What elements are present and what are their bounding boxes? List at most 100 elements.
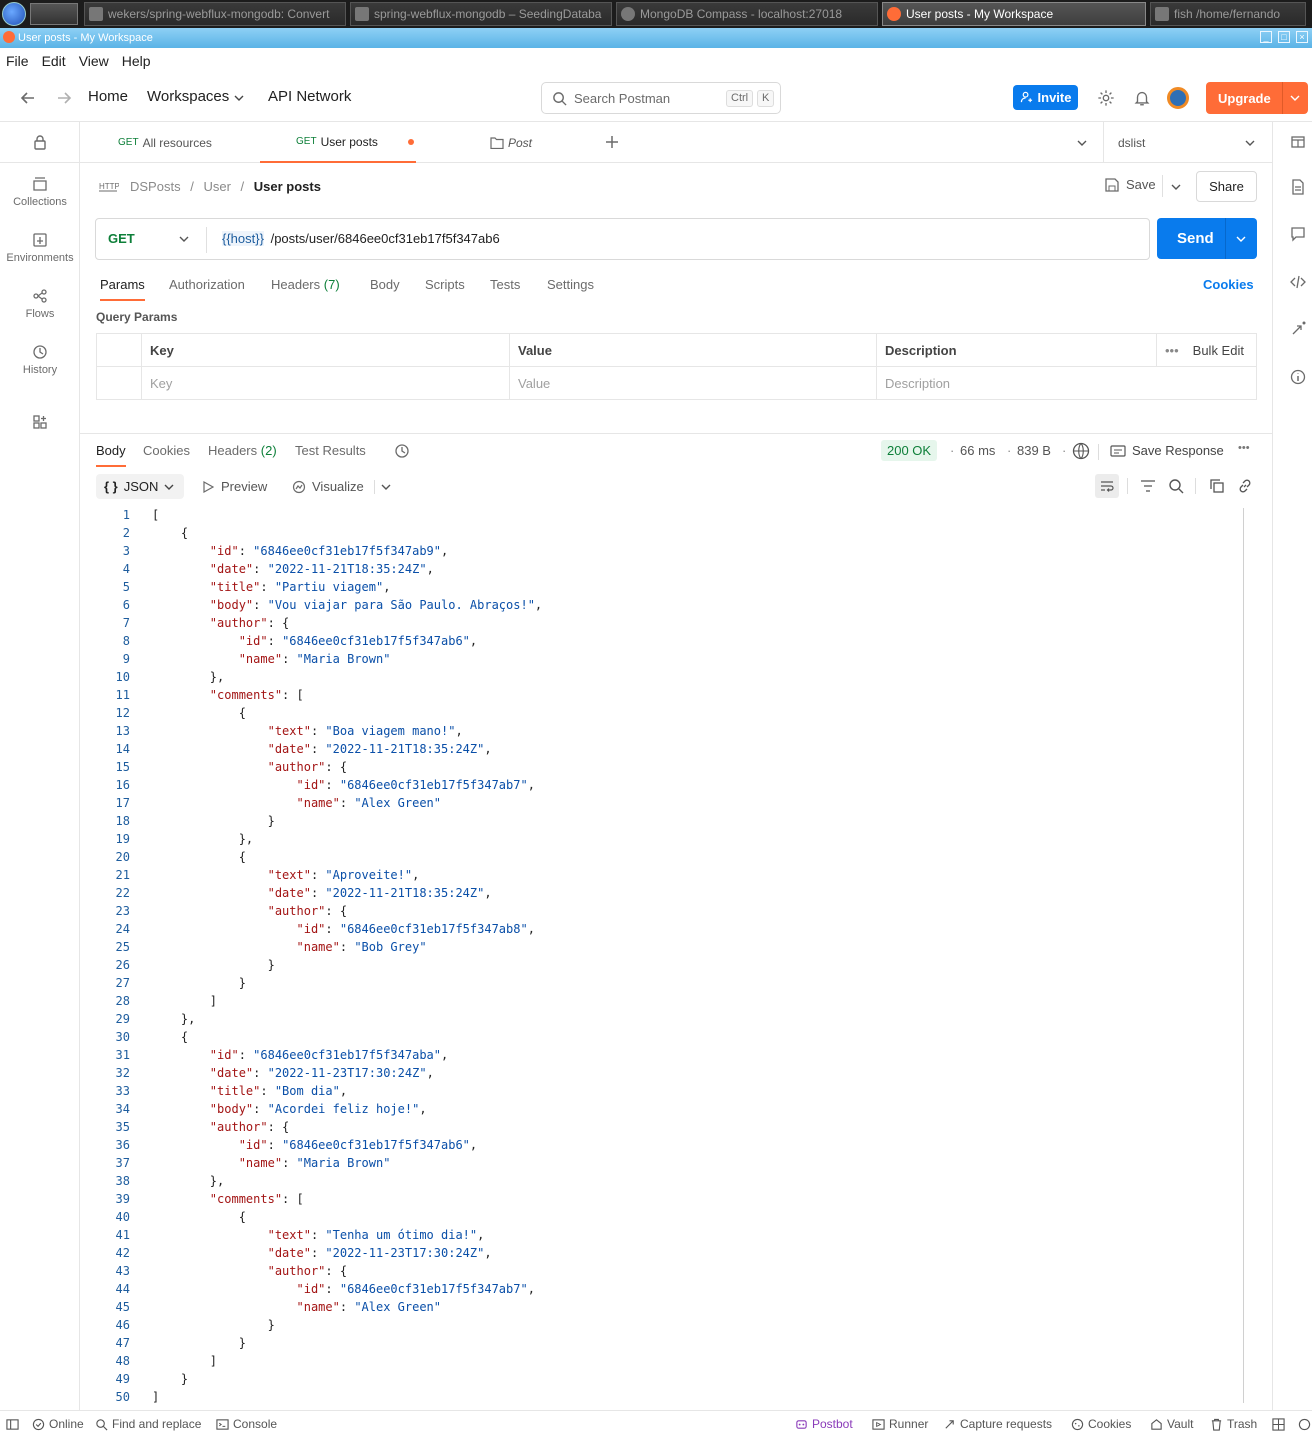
- wrap-lines-button[interactable]: [1095, 474, 1119, 498]
- runner-button[interactable]: Runner: [872, 1417, 928, 1431]
- tab-response-body[interactable]: Body: [96, 443, 126, 467]
- sidebar-item-collections[interactable]: Collections: [0, 176, 80, 208]
- avatar[interactable]: [1167, 87, 1189, 109]
- chevron-down-icon[interactable]: [1236, 235, 1246, 243]
- tab-all-resources[interactable]: GET All resources: [118, 122, 212, 163]
- taskbar-task-compass[interactable]: MongoDB Compass - localhost:27018: [616, 2, 878, 26]
- format-select[interactable]: { } JSON: [96, 474, 184, 499]
- search-input[interactable]: Search Postman Ctrl K: [541, 82, 781, 114]
- toggle-sidebar-icon[interactable]: [6, 1418, 19, 1431]
- share-button[interactable]: Share: [1196, 171, 1257, 202]
- tab-body[interactable]: Body: [370, 277, 400, 292]
- vault-button[interactable]: Vault: [1150, 1417, 1193, 1431]
- menu-file[interactable]: File: [6, 53, 29, 69]
- find-replace-button[interactable]: Find and replace: [95, 1417, 201, 1431]
- chevron-down-icon[interactable]: [1077, 139, 1087, 147]
- tab-headers[interactable]: Headers (7): [271, 277, 340, 292]
- layout-grid-icon[interactable]: [1272, 1418, 1285, 1431]
- breadcrumb-folder[interactable]: User: [203, 179, 230, 194]
- copy-icon[interactable]: [1209, 478, 1225, 494]
- taskbar-task-terminal[interactable]: fish /home/fernando: [1150, 2, 1306, 26]
- filter-icon[interactable]: [1140, 479, 1156, 493]
- taskbar-task-github[interactable]: wekers/spring-webflux-mongodb: Convert: [84, 2, 346, 26]
- tab-response-headers[interactable]: Headers (2): [208, 443, 277, 458]
- close-window-button[interactable]: ×: [1296, 31, 1308, 43]
- tab-response-cookies[interactable]: Cookies: [143, 443, 190, 458]
- response-time[interactable]: 66 ms: [960, 443, 995, 458]
- cookies-link[interactable]: Cookies: [1203, 277, 1254, 292]
- home-link[interactable]: Home: [88, 88, 128, 105]
- globe-icon[interactable]: [1072, 442, 1090, 460]
- response-body-code[interactable]: 1[2 {3 "id": "6846ee0cf31eb17f5f347ab9",…: [80, 506, 1255, 1406]
- sidebar-item-history[interactable]: History: [0, 344, 80, 376]
- save-response-button[interactable]: Save Response: [1110, 443, 1224, 458]
- comments-icon[interactable]: [1290, 226, 1306, 242]
- send-button[interactable]: Send: [1157, 218, 1257, 259]
- visualize-button[interactable]: Visualize: [291, 479, 364, 494]
- bulk-edit-button[interactable]: ••• Bulk Edit: [1156, 333, 1257, 367]
- new-tab-plus-icon[interactable]: [605, 135, 619, 149]
- chevron-down-icon[interactable]: [179, 235, 189, 243]
- status-badge[interactable]: 200 OK: [881, 440, 938, 461]
- upgrade-button[interactable]: Upgrade: [1206, 82, 1308, 114]
- lock-icon[interactable]: [32, 134, 48, 150]
- online-status[interactable]: Online: [32, 1417, 84, 1431]
- taskbar-task-ide[interactable]: spring-webflux-mongodb – SeedingDataba: [350, 2, 612, 26]
- tab-params[interactable]: Params: [100, 277, 145, 301]
- key-input[interactable]: Key: [141, 366, 510, 400]
- settings-gear-icon[interactable]: [1097, 89, 1115, 107]
- search-icon[interactable]: [1168, 478, 1184, 494]
- menu-help[interactable]: Help: [122, 53, 151, 69]
- code-icon[interactable]: [1290, 274, 1306, 290]
- postbot-button[interactable]: Postbot: [795, 1417, 853, 1431]
- chevron-down-icon[interactable]: [1290, 94, 1300, 102]
- tab-scripts[interactable]: Scripts: [425, 277, 465, 292]
- taskbar-task-postman[interactable]: User posts - My Workspace: [882, 2, 1146, 26]
- minimize-button[interactable]: _: [1260, 31, 1272, 43]
- tab-user-posts[interactable]: GET User posts: [260, 122, 416, 163]
- save-button[interactable]: Save: [1105, 177, 1156, 192]
- invite-button[interactable]: Invite: [1013, 85, 1078, 110]
- description-input[interactable]: Description: [876, 366, 1257, 400]
- capture-requests-button[interactable]: Capture requests: [943, 1417, 1052, 1431]
- request-name[interactable]: User posts: [254, 179, 321, 194]
- cookies-button[interactable]: Cookies: [1071, 1417, 1131, 1431]
- tab-authorization[interactable]: Authorization: [169, 277, 245, 292]
- back-arrow-icon[interactable]: [20, 90, 36, 106]
- notification-bell-icon[interactable]: [1133, 89, 1151, 107]
- sidebar-item-environments[interactable]: Environments: [0, 232, 80, 264]
- tab-post[interactable]: Post: [490, 122, 532, 163]
- maximize-button[interactable]: □: [1278, 31, 1290, 43]
- start-menu-icon[interactable]: [2, 2, 26, 26]
- tab-test-results[interactable]: Test Results: [295, 443, 366, 458]
- configure-workbench-icon[interactable]: [32, 414, 48, 430]
- value-input[interactable]: Value: [509, 366, 877, 400]
- url-input[interactable]: {{host}} /posts/user/6846ee0cf31eb17f5f3…: [222, 231, 500, 246]
- chevron-down-icon[interactable]: [1171, 183, 1181, 191]
- documentation-icon[interactable]: [1290, 179, 1306, 195]
- info-icon[interactable]: [1290, 369, 1306, 385]
- method-select[interactable]: GET: [108, 231, 135, 246]
- environment-selector[interactable]: dslist: [1118, 122, 1145, 163]
- menu-view[interactable]: View: [79, 53, 109, 69]
- preview-button[interactable]: Preview: [202, 479, 267, 494]
- help-icon[interactable]: [1298, 1418, 1311, 1431]
- response-size[interactable]: 839 B: [1017, 443, 1051, 458]
- tab-settings[interactable]: Settings: [547, 277, 594, 292]
- show-desktop-button[interactable]: [30, 3, 78, 25]
- row-checkbox-cell[interactable]: [96, 366, 142, 400]
- tab-tests[interactable]: Tests: [490, 277, 520, 292]
- chevron-down-icon[interactable]: [1245, 139, 1255, 147]
- more-options-icon[interactable]: •••: [1238, 442, 1250, 454]
- workspaces-menu[interactable]: Workspaces: [147, 88, 229, 105]
- sidebar-item-flows[interactable]: Flows: [0, 288, 80, 320]
- environment-quicklook-icon[interactable]: [1290, 134, 1306, 150]
- api-network-link[interactable]: API Network: [268, 88, 351, 105]
- menu-edit[interactable]: Edit: [42, 53, 66, 69]
- forward-arrow-icon[interactable]: [56, 90, 72, 106]
- link-icon[interactable]: [1237, 478, 1253, 494]
- related-collections-icon[interactable]: [1290, 321, 1306, 337]
- chevron-down-icon[interactable]: [381, 483, 391, 491]
- trash-button[interactable]: Trash: [1210, 1417, 1257, 1431]
- console-button[interactable]: Console: [216, 1417, 277, 1431]
